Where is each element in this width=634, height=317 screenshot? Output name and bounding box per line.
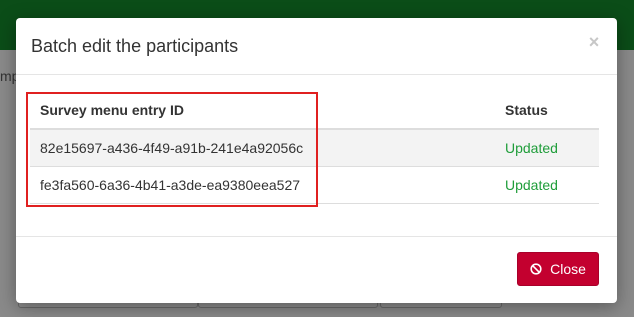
- column-header-status: Status: [495, 91, 599, 130]
- participants-table: Survey menu entry ID Status 82e15697-a43…: [30, 91, 599, 204]
- modal-body: Survey menu entry ID Status 82e15697-a43…: [16, 75, 617, 235]
- column-header-survey-id: Survey menu entry ID: [30, 91, 495, 130]
- close-button[interactable]: Close: [517, 252, 599, 286]
- modal-footer: Close: [16, 236, 617, 303]
- table-row: fe3fa560-6a36-4b41-a3de-ea9380eea527 Upd…: [30, 166, 599, 204]
- close-x-button[interactable]: ×: [585, 32, 603, 52]
- close-icon: ×: [588, 32, 600, 52]
- survey-entry-id-cell: fe3fa560-6a36-4b41-a3de-ea9380eea527: [30, 166, 495, 204]
- ban-icon: [530, 263, 542, 275]
- batch-edit-modal: Batch edit the participants × Survey men…: [16, 18, 617, 303]
- table-row: 82e15697-a436-4f49-a91b-241e4a92056c Upd…: [30, 129, 599, 167]
- survey-entry-id-cell: 82e15697-a436-4f49-a91b-241e4a92056c: [30, 129, 495, 167]
- status-cell: Updated: [495, 129, 599, 167]
- table-header-row: Survey menu entry ID Status: [30, 91, 599, 130]
- modal-title: Batch edit the participants: [31, 36, 239, 56]
- status-cell: Updated: [495, 166, 599, 204]
- close-button-label: Close: [550, 261, 586, 277]
- modal-header: Batch edit the participants ×: [16, 18, 617, 75]
